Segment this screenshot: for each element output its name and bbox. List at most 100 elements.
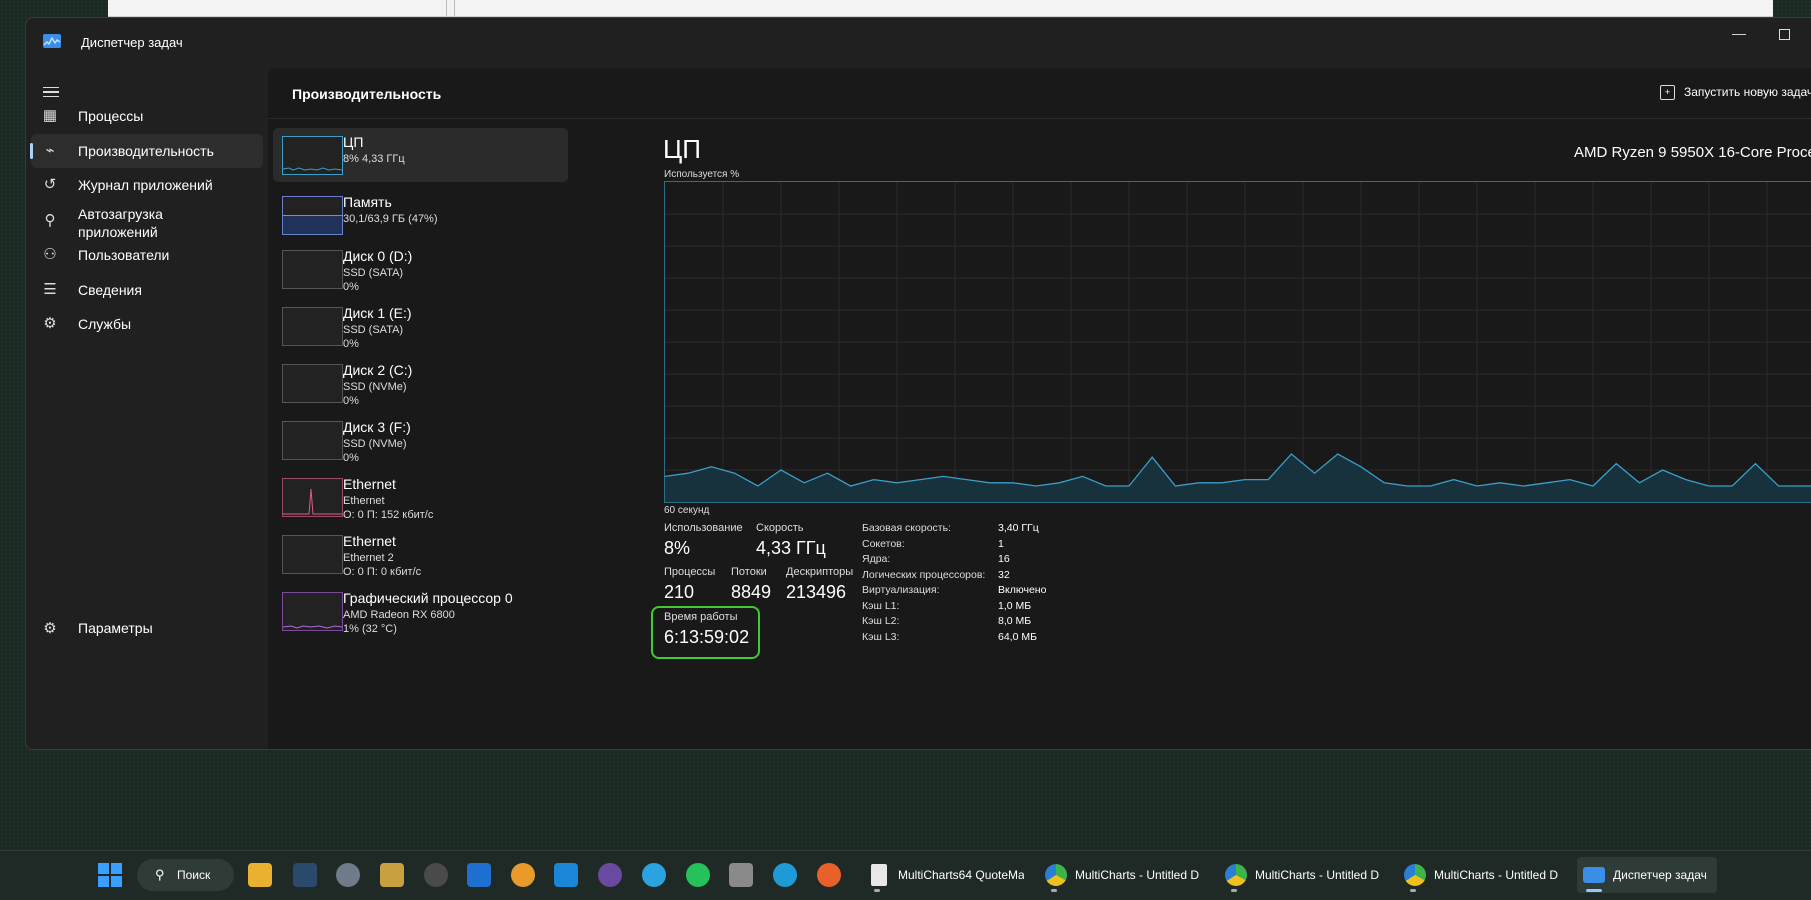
sidebar-item-label: Автозагрузка приложений — [78, 206, 163, 240]
taskbar-app-label: MultiCharts - Untitled D — [1434, 868, 1559, 882]
resource-item-ethernet-2[interactable]: Ethernet Ethernet 2 О: 0 П: 0 кбит/с — [273, 527, 568, 581]
resource-detail: SSD (NVMe) — [343, 438, 407, 450]
spec-key: Кэш L3: — [862, 630, 900, 643]
resource-name: Диск 3 (F:) — [343, 419, 411, 435]
resource-name: Диск 2 (C:) — [343, 362, 413, 378]
startup-icon: ⚲ — [44, 212, 56, 229]
resource-name: Память — [343, 194, 392, 210]
resource-usage: О: 0 П: 0 кбит/с — [343, 566, 422, 578]
sidebar-item-performance[interactable]: ⌁ Производительность — [30, 134, 263, 168]
title-bar[interactable]: Диспетчер задач — — [26, 18, 1811, 68]
memory-thumbnail-graph — [282, 196, 343, 235]
sidebar-item-app-history[interactable]: ↺ Журнал приложений — [31, 168, 263, 202]
sidebar-item-processes[interactable]: ▦ Процессы — [31, 99, 263, 133]
running-indicator — [1051, 889, 1057, 892]
telegram-icon[interactable] — [642, 863, 666, 887]
resource-item-memory[interactable]: Память 30,1/63,9 ГБ (47%) — [273, 188, 568, 242]
uptime-highlight — [651, 606, 760, 659]
ethernet-thumbnail-graph — [282, 478, 343, 517]
archive-icon[interactable] — [380, 863, 404, 887]
gpu-thumbnail-graph — [282, 592, 343, 631]
spec-key: Кэш L2: — [862, 615, 900, 627]
resource-item-ethernet-1[interactable]: Ethernet Ethernet О: 0 П: 152 кбит/с — [273, 470, 568, 524]
stat-threads: Потоки 8849 — [731, 566, 771, 603]
password-manager-icon[interactable] — [424, 863, 448, 887]
performance-icon: ⌁ — [45, 142, 55, 159]
disk-thumbnail-graph — [282, 421, 343, 460]
running-indicator — [1586, 889, 1602, 892]
maximize-button[interactable] — [1775, 25, 1795, 45]
resource-item-cpu[interactable]: ЦП 8% 4,33 ГГц — [273, 128, 568, 182]
gear-icon: ⚙ — [43, 620, 57, 637]
mail-icon[interactable] — [511, 863, 535, 887]
resource-name: Диск 1 (E:) — [343, 305, 412, 321]
performance-content: Производительность + Запустить новую зад… — [268, 68, 1811, 749]
taskbar-app-multicharts-3[interactable]: MultiCharts - Untitled D — [1398, 857, 1570, 893]
spec-value: 8,0 МБ — [998, 615, 1032, 627]
taskbar-app-task-manager[interactable]: Диспетчер задач — [1577, 857, 1717, 893]
sidebar-item-startup-apps[interactable]: ⚲ Автозагрузка приложений — [31, 204, 263, 240]
resource-item-disk-3[interactable]: Диск 3 (F:) SSD (NVMe) 0% — [273, 413, 568, 467]
running-indicator — [874, 889, 880, 892]
whatsapp-icon[interactable] — [686, 863, 710, 887]
utilization-axis-label: Используется % — [664, 169, 740, 180]
resource-detail: 30,1/63,9 ГБ (47%) — [343, 213, 438, 225]
taskbar: ⚲ Поиск MultiCharts64 QuoteMa MultiChart… — [0, 850, 1811, 900]
running-indicator — [1410, 889, 1416, 892]
background-divider — [454, 0, 455, 16]
spec-key: Логических процессоров: — [862, 568, 986, 581]
resource-item-disk-1[interactable]: Диск 1 (E:) SSD (SATA) 0% — [273, 299, 568, 353]
sidebar-item-services[interactable]: ⚙ Службы — [31, 307, 263, 341]
multicharts-icon — [1045, 864, 1067, 886]
terminal-icon[interactable] — [293, 863, 317, 887]
edge-icon[interactable] — [773, 863, 797, 887]
stat-value: 213496 — [786, 582, 847, 602]
spec-value: 1 — [998, 537, 1004, 550]
spec-value: 1,0 МБ — [998, 599, 1032, 612]
taskbar-app-quotemanager[interactable]: MultiCharts64 QuoteMa — [862, 857, 1028, 893]
start-button[interactable] — [98, 863, 122, 887]
taskbar-app-label: Диспетчер задач — [1613, 868, 1707, 882]
spec-value: 64,0 МБ — [998, 630, 1037, 643]
store-icon[interactable] — [554, 863, 578, 887]
firefox-icon[interactable] — [817, 863, 841, 887]
resource-usage: 0% — [343, 338, 359, 350]
disk-thumbnail-graph — [282, 250, 343, 289]
file-explorer-icon[interactable] — [248, 863, 272, 887]
taskbar-app-multicharts-1[interactable]: MultiCharts - Untitled D — [1039, 857, 1210, 893]
settings-button[interactable]: ⚙ Параметры — [31, 611, 263, 645]
resource-detail: Ethernet 2 — [343, 552, 394, 564]
media-player-icon[interactable] — [598, 863, 622, 887]
resource-detail: 8% 4,33 ГГц — [343, 153, 405, 165]
sidebar-item-label: Процессы — [78, 108, 144, 124]
processes-icon: ▦ — [42, 107, 58, 124]
stat-value: 4,33 ГГц — [756, 538, 826, 558]
new-task-icon: + — [1660, 85, 1675, 100]
spec-key: Базовая скорость: — [862, 522, 951, 534]
spec-value: 3,40 ГГц — [998, 522, 1039, 534]
run-new-task-label: Запустить новую задачу — [1684, 85, 1811, 99]
resource-item-disk-2[interactable]: Диск 2 (C:) SSD (NVMe) 0% — [273, 356, 568, 410]
multicharts-icon — [1225, 864, 1247, 886]
spec-value: 16 — [998, 553, 1010, 565]
resource-item-gpu-0[interactable]: Графический процессор 0 AMD Radeon RX 68… — [273, 584, 568, 638]
resource-usage: О: 0 П: 152 кбит/с — [343, 509, 434, 521]
taskbar-app-label: MultiCharts64 QuoteMa — [898, 868, 1024, 882]
outlook-icon[interactable] — [467, 863, 491, 887]
snipping-tool-icon[interactable] — [729, 863, 753, 887]
settings-app-icon[interactable] — [336, 863, 360, 887]
sidebar-item-details[interactable]: ☰ Сведения — [31, 273, 263, 307]
resource-name: Графический процессор 0 — [343, 590, 513, 606]
minimize-button[interactable]: — — [1729, 25, 1749, 45]
spec-value: Включено — [998, 584, 1047, 596]
taskbar-app-multicharts-2[interactable]: MultiCharts - Untitled D — [1219, 857, 1390, 893]
time-axis-label: 60 секунд — [664, 505, 710, 516]
cpu-title: ЦП — [663, 134, 701, 164]
taskbar-search[interactable]: ⚲ Поиск — [137, 859, 234, 891]
multicharts-icon — [1404, 864, 1426, 886]
document-icon — [871, 864, 887, 886]
sidebar-item-users[interactable]: ⚇ Пользователи — [31, 238, 263, 272]
resource-item-disk-0[interactable]: Диск 0 (D:) SSD (SATA) 0% — [273, 242, 568, 296]
stat-processes: Процессы 210 — [664, 566, 715, 603]
content-header: Производительность + Запустить новую зад… — [268, 68, 1811, 119]
